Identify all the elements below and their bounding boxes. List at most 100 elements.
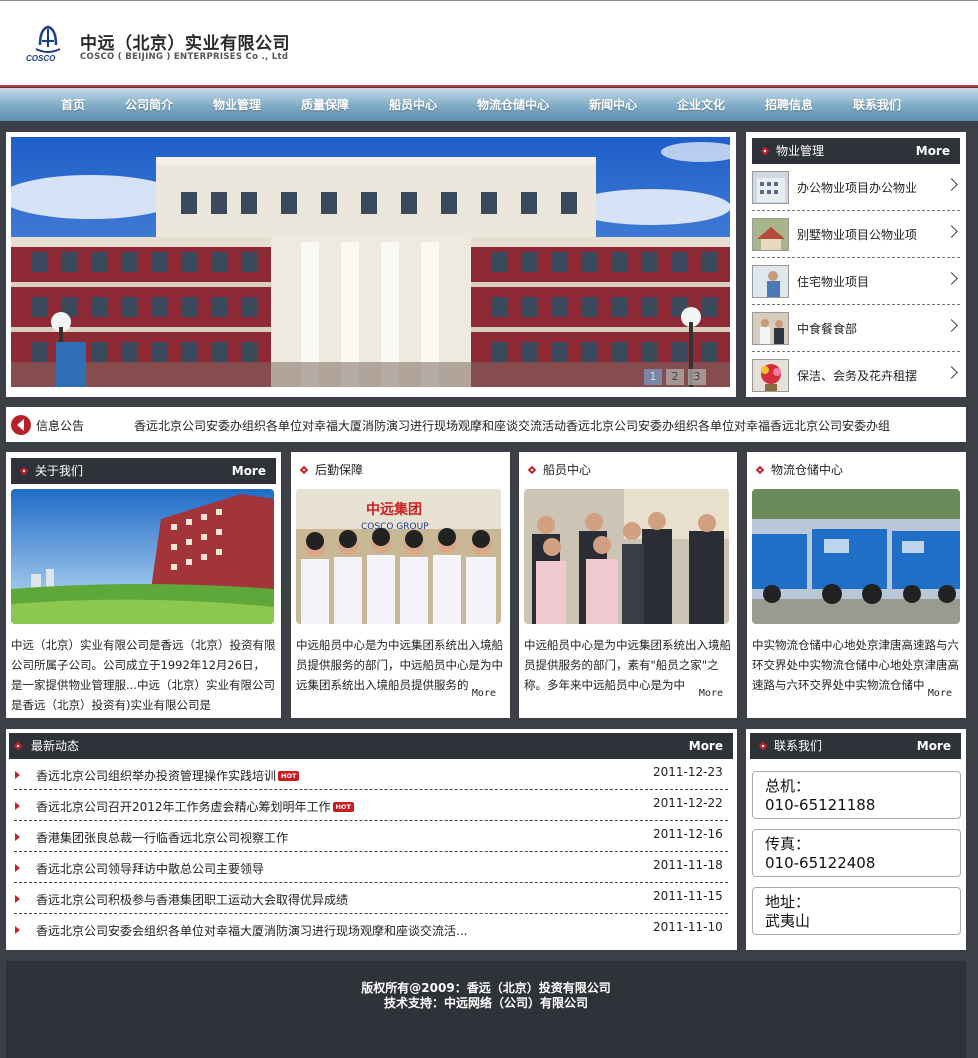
diamond-icon bbox=[20, 467, 28, 475]
sign-text-cn: 中远集团 bbox=[366, 501, 422, 518]
address-label: 地址： bbox=[765, 893, 811, 911]
warehouse-title: 物流仓储中心 bbox=[771, 463, 844, 477]
notice-bar: 信息公告 香远北京公司安委办组织各单位对幸福大厦消防演习进行现场观摩和座谈交流活… bbox=[6, 407, 966, 442]
notice-marquee[interactable]: 香远北京公司安委办组织各单位对幸福大厦消防演习进行现场观摩和座谈交流活动香远北京… bbox=[134, 417, 960, 434]
crew-text: 中远船员中心是为中远集团系统出入境船员提供服务的部门，素有"船员之家"之称。多年… bbox=[524, 638, 731, 692]
banner-pagination: 1 2 3 bbox=[644, 369, 706, 385]
news-panel: 最新动态 More 香远北京公司组织举办投资管理操作实践培训 HOT 2011-1… bbox=[6, 729, 737, 950]
nav-news[interactable]: 新闻中心 bbox=[589, 96, 637, 113]
property-item-label: 办公物业项目办公物业 bbox=[797, 181, 918, 195]
property-item[interactable]: 中食餐食部 bbox=[752, 305, 960, 352]
warehouse-text: 中实物流仓储中心地处京津唐高速路与六环交界处中实物流仓储中心地处京津唐高速路与六… bbox=[752, 638, 959, 692]
phone-number: 010-65121188 bbox=[765, 796, 876, 814]
contact-fax-box: 传真： 010-65122408 bbox=[752, 829, 961, 877]
about-panel: 关于我们 More 中远（北京）实业有限公司是香远（北京）投资有限公司所属子公司… bbox=[6, 452, 281, 718]
hot-badge: HOT bbox=[278, 771, 300, 781]
main-nav: 首页 公司简介 物业管理 质量保障 船员中心 物流仓储中心 新闻中心 企业文化 … bbox=[0, 88, 978, 121]
banner-page-3[interactable]: 3 bbox=[688, 369, 706, 385]
property-item-label: 保洁、会务及花卉租摆 bbox=[797, 369, 918, 383]
phone-label: 总机： bbox=[765, 777, 811, 795]
property-item-label: 中食餐食部 bbox=[797, 322, 858, 336]
news-item[interactable]: 香远北京公司安委会组织各单位对幸福大厦消防演习进行现场观摩和座谈交流活... 2… bbox=[14, 914, 728, 945]
crew-title: 船员中心 bbox=[543, 463, 592, 477]
news-title: 最新动态 bbox=[31, 739, 80, 753]
diamond-icon bbox=[756, 466, 764, 474]
news-item-title: 香远北京公司积极参与香港集团职工运动大会取得优异成绩 bbox=[36, 893, 349, 907]
company-name-en: COSCO ( BEIJING ) ENTERPRISES Co ., Ltd bbox=[80, 52, 289, 62]
nav-quality[interactable]: 质量保障 bbox=[301, 96, 349, 113]
about-title: 关于我们 bbox=[35, 464, 84, 478]
news-item-title: 香远北京公司领导拜访中散总公司主要领导 bbox=[36, 862, 265, 876]
fax-label: 传真： bbox=[765, 835, 811, 853]
notice-label: 信息公告 bbox=[36, 419, 85, 433]
news-item-title: 香远北京公司安委会组织各单位对幸福大厦消防演习进行现场观摩和座谈交流活... bbox=[36, 924, 468, 938]
property-more-link[interactable]: More bbox=[916, 138, 950, 164]
news-item[interactable]: 香远北京公司领导拜访中散总公司主要领导 2011-11-18 bbox=[14, 852, 728, 883]
bullet-arrow-icon bbox=[15, 771, 20, 779]
news-item[interactable]: 香远北京公司召开2012年工作务虚会精心筹划明年工作 HOT 2011-12-22 bbox=[14, 790, 728, 821]
news-item[interactable]: 香远北京公司积极参与香港集团职工运动大会取得优异成绩 2011-11-15 bbox=[14, 883, 728, 914]
contact-more-link[interactable]: More bbox=[917, 733, 951, 759]
bullet-arrow-icon bbox=[15, 802, 20, 810]
banner-page-2[interactable]: 2 bbox=[666, 369, 684, 385]
warehouse-image[interactable] bbox=[752, 489, 960, 624]
nav-jobs[interactable]: 招聘信息 bbox=[765, 96, 813, 113]
about-more-link[interactable]: More bbox=[232, 458, 266, 484]
bullet-arrow-icon bbox=[15, 926, 20, 934]
news-item-date: 2011-12-16 bbox=[653, 827, 723, 841]
property-thumbnail bbox=[752, 359, 789, 392]
nav-crew[interactable]: 船员中心 bbox=[389, 96, 437, 113]
property-thumbnail bbox=[752, 312, 789, 345]
diamond-icon bbox=[761, 147, 769, 155]
warehouse-more-link[interactable]: More bbox=[924, 688, 952, 699]
speaker-icon bbox=[11, 415, 31, 435]
property-panel: 物业管理 More 办公物业项目办公物业 别墅物业项目公物业项 住宅物业项目 中… bbox=[746, 132, 966, 397]
property-thumbnail bbox=[752, 218, 789, 251]
chevron-right-icon bbox=[945, 225, 958, 238]
bullet-arrow-icon bbox=[15, 833, 20, 841]
nav-property[interactable]: 物业管理 bbox=[213, 96, 261, 113]
about-image[interactable] bbox=[11, 489, 274, 624]
contact-title: 联系我们 bbox=[774, 739, 823, 753]
property-item-label: 住宅物业项目 bbox=[797, 275, 870, 289]
chevron-right-icon bbox=[945, 319, 958, 332]
support-panel: 后勤保障 中远集团 COSCO GROUP 中远船员中心是为中远集团系统出入境船员… bbox=[291, 452, 510, 718]
contact-phone-box: 总机： 010-65121188 bbox=[752, 771, 961, 819]
diamond-icon bbox=[300, 466, 308, 474]
support-more-link[interactable]: More bbox=[468, 688, 496, 699]
news-item[interactable]: 香港集团张良总裁一行临香远北京公司视察工作 2011-12-16 bbox=[14, 821, 728, 852]
support-title: 后勤保障 bbox=[315, 463, 364, 477]
header-divider bbox=[0, 85, 978, 87]
nav-culture[interactable]: 企业文化 bbox=[677, 96, 725, 113]
crew-more-link[interactable]: More bbox=[695, 688, 723, 699]
property-item[interactable]: 保洁、会务及花卉租摆 bbox=[752, 352, 960, 399]
property-item[interactable]: 别墅物业项目公物业项 bbox=[752, 211, 960, 258]
sign-text-en: COSCO GROUP bbox=[361, 522, 429, 532]
chevron-right-icon bbox=[945, 272, 958, 285]
banner-image[interactable] bbox=[11, 137, 730, 387]
nav-home[interactable]: 首页 bbox=[61, 96, 85, 113]
warehouse-panel: 物流仓储中心 中实物流仓储中心地处京津唐高速路与六环交界处中实物流仓储中心地处京… bbox=[747, 452, 966, 718]
cosco-logo[interactable]: COSCO bbox=[26, 25, 72, 63]
bullet-arrow-icon bbox=[15, 895, 20, 903]
news-item-date: 2011-11-15 bbox=[653, 889, 723, 903]
property-item[interactable]: 住宅物业项目 bbox=[752, 258, 960, 305]
news-item-title: 香远北京公司召开2012年工作务虚会精心筹划明年工作 bbox=[36, 800, 331, 814]
copyright-text: 版权所有@2009：香远（北京）投资有限公司 bbox=[361, 981, 611, 995]
news-more-link[interactable]: More bbox=[689, 733, 723, 759]
nav-contact[interactable]: 联系我们 bbox=[853, 96, 901, 113]
property-title: 物业管理 bbox=[776, 144, 825, 158]
nav-about[interactable]: 公司简介 bbox=[125, 96, 173, 113]
hot-badge: HOT bbox=[332, 802, 354, 812]
property-item[interactable]: 办公物业项目办公物业 bbox=[752, 164, 960, 211]
crew-image[interactable] bbox=[524, 489, 729, 624]
diamond-icon bbox=[14, 742, 22, 750]
news-item-title: 香港集团张良总裁一行临香远北京公司视察工作 bbox=[36, 831, 289, 845]
support-image[interactable]: 中远集团 COSCO GROUP bbox=[296, 489, 501, 624]
banner-page-1[interactable]: 1 bbox=[644, 369, 662, 385]
chevron-right-icon bbox=[945, 366, 958, 379]
nav-logistics[interactable]: 物流仓储中心 bbox=[477, 96, 549, 113]
news-item[interactable]: 香远北京公司组织举办投资管理操作实践培训 HOT 2011-12-23 bbox=[14, 759, 728, 790]
contact-title-bar: 联系我们 More bbox=[750, 733, 961, 759]
contact-panel: 联系我们 More 总机： 010-65121188 传真： 010-65122… bbox=[746, 729, 966, 950]
